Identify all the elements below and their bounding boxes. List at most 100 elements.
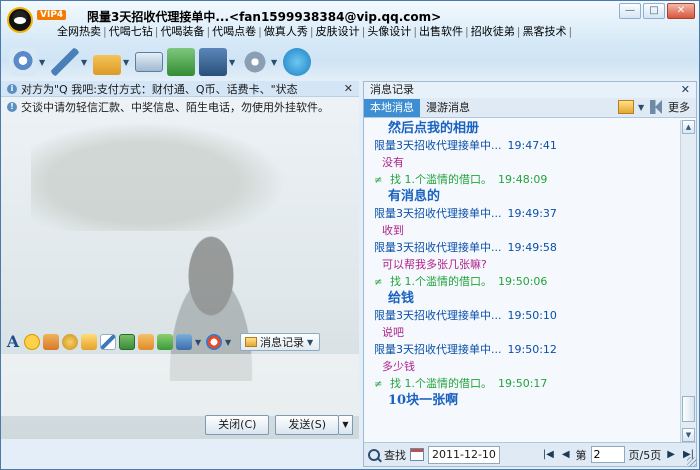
message-time: 19:50:17	[498, 377, 548, 390]
close-window-button[interactable]: ✕	[667, 3, 695, 19]
vip-badge: VIP4	[37, 10, 67, 20]
share-button[interactable]	[167, 48, 195, 76]
ad-link[interactable]: 做真人秀	[262, 25, 310, 38]
message-header: 限量3天招收代理接单中... 19:49:58	[374, 240, 680, 256]
message-input[interactable]	[1, 354, 359, 416]
voice-icon	[51, 48, 79, 76]
chevron-down-icon[interactable]: ▼	[271, 58, 279, 67]
ad-link[interactable]: 黑客技术	[520, 25, 568, 38]
screenshot-icon[interactable]	[176, 334, 192, 350]
settings-button[interactable]: ▼	[241, 48, 279, 76]
sender-name: 限量3天招收代理接单中...	[374, 139, 502, 152]
ad-link[interactable]: 代喝装备	[158, 25, 206, 38]
app-button[interactable]: ▼	[199, 48, 237, 76]
ad-links: 全网热卖 | 代喝七钻 | 代喝装备 | 代喝点卷 | 做真人秀 | 皮肤设计 | 头像设计 | 出售软件 |…	[55, 25, 573, 38]
window-controls: — □ ✕	[619, 3, 695, 19]
chat-window: VIP4 限量3天招收代理接单中...<fan1599938384@vip.qq…	[0, 0, 700, 470]
chevron-down-icon[interactable]: ▼	[229, 58, 237, 67]
message-body: 有消息的	[388, 189, 441, 204]
system-icon: ≠	[374, 175, 383, 186]
notice-close-button[interactable]: ✕	[344, 82, 353, 95]
notice-bar: i 对方为"Q 我吧:支付方式：财付通、Q币、话费卡、"状态 ✕	[1, 81, 359, 97]
video-button[interactable]: ▼	[9, 48, 47, 76]
bottom-buttons: 关闭(C) 发送(S) ▼	[205, 415, 353, 435]
ad-link[interactable]: 出售软件	[417, 25, 465, 38]
video-icon	[9, 48, 37, 76]
history-tools: ▼ 更多	[618, 99, 690, 115]
sender-name: 限量3天招收代理接单中...	[374, 207, 502, 220]
message-body: 收到	[382, 224, 404, 237]
next-page-button[interactable]: ▶	[665, 449, 677, 460]
send-button[interactable]: 发送(S)	[275, 415, 339, 435]
chevron-down-icon[interactable]: ▼	[638, 103, 646, 112]
date-field[interactable]: 2011-12-10	[428, 445, 500, 464]
ad-link[interactable]: 代喝七钻	[107, 25, 155, 38]
chevron-down-icon: ▼	[307, 337, 314, 347]
scroll-thumb[interactable]	[682, 396, 695, 422]
font-icon[interactable]: A	[5, 334, 21, 350]
system-sender: 找 1.个滥情的借口。	[390, 173, 492, 186]
chevron-down-icon[interactable]: ▼	[123, 58, 131, 67]
emoji-icon[interactable]	[24, 334, 40, 350]
chevron-down-icon[interactable]: ▼	[195, 338, 203, 347]
magic-expression-icon[interactable]	[43, 334, 59, 350]
page-input[interactable]	[590, 446, 625, 463]
doodle-icon[interactable]	[100, 334, 116, 350]
sender-name: 限量3天招收代理接单中...	[374, 343, 502, 356]
export-icon[interactable]	[618, 100, 634, 114]
chevron-down-icon[interactable]: ▼	[225, 338, 233, 347]
toolbar: ▼ ▼ ▼ ▼ ▼	[9, 45, 311, 79]
system-sender: 找 1.个滥情的借口。	[390, 377, 492, 390]
send-options-button[interactable]: ▼	[339, 415, 353, 435]
more-link[interactable]: 更多	[668, 99, 690, 115]
share-icon	[167, 48, 195, 76]
title-bar: VIP4 限量3天招收代理接单中...<fan1599938384@vip.qq…	[1, 1, 699, 39]
message-list: 然后点我的相册 限量3天招收代理接单中... 19:47:41 没有 ≠ 找 1.个滥情的…	[364, 120, 680, 442]
tab-local-messages[interactable]: 本地消息	[364, 98, 420, 117]
computer-assist-button[interactable]	[283, 48, 311, 76]
sms-button[interactable]	[135, 52, 163, 72]
history-close-button[interactable]: ✕	[681, 82, 690, 98]
warning-text: 交谈中请勿轻信汇款、中奖信息、陌生电话，勿使用外挂软件。	[21, 101, 329, 114]
minimize-button[interactable]: —	[619, 3, 641, 19]
search-label[interactable]: 查找	[384, 447, 406, 463]
speaker-icon[interactable]	[650, 100, 664, 114]
ad-link[interactable]: 皮肤设计	[314, 25, 362, 38]
background-image	[31, 111, 311, 231]
system-message: ≠ 找 1.个滥情的借口。 19:50:17	[374, 376, 680, 392]
chevron-down-icon[interactable]: ▼	[39, 58, 47, 67]
tab-roaming-messages[interactable]: 漫游消息	[420, 99, 476, 117]
ad-link[interactable]: 头像设计	[365, 25, 413, 38]
voice-button[interactable]: ▼	[51, 48, 89, 76]
message-time: 19:50:10	[507, 309, 557, 322]
message-body: 可以帮我多张几张嘛?	[382, 258, 487, 271]
close-button[interactable]: 关闭(C)	[205, 415, 270, 435]
resize-grip[interactable]	[687, 457, 697, 467]
scroll-up-button[interactable]: ▲	[682, 120, 695, 134]
photo-icon[interactable]	[157, 334, 173, 350]
ad-link[interactable]: 代喝点卷	[210, 25, 258, 38]
maximize-button[interactable]: □	[643, 3, 665, 19]
first-page-button[interactable]: |◀	[541, 449, 556, 460]
message-header: 限量3天招收代理接单中... 19:50:10	[374, 308, 680, 324]
scrollbar[interactable]: ▲ ▼	[680, 120, 696, 442]
message-time: 19:50:12	[507, 343, 557, 356]
send-group: 发送(S) ▼	[275, 415, 353, 435]
calendar-icon[interactable]	[410, 448, 424, 461]
system-message: ≠ 找 1.个滥情的借口。 19:50:06	[374, 274, 680, 290]
sms-icon	[135, 52, 163, 72]
shake-window-icon[interactable]	[62, 334, 78, 350]
music-icon[interactable]	[138, 334, 154, 350]
scroll-down-button[interactable]: ▼	[682, 428, 695, 442]
send-image-icon[interactable]	[119, 334, 135, 350]
prev-page-button[interactable]: ◀	[560, 449, 572, 460]
ad-link[interactable]: 全网热卖	[55, 25, 103, 38]
message-record-button[interactable]: 消息记录 ▼	[240, 333, 320, 351]
gift-icon[interactable]	[81, 334, 97, 350]
capture-icon[interactable]	[206, 334, 222, 350]
qq-penguin-icon[interactable]	[7, 7, 33, 33]
chevron-down-icon[interactable]: ▼	[81, 58, 89, 67]
transfer-file-button[interactable]: ▼	[93, 49, 131, 75]
ad-link[interactable]: 招收徒弟	[469, 25, 517, 38]
search-icon[interactable]	[368, 448, 380, 461]
